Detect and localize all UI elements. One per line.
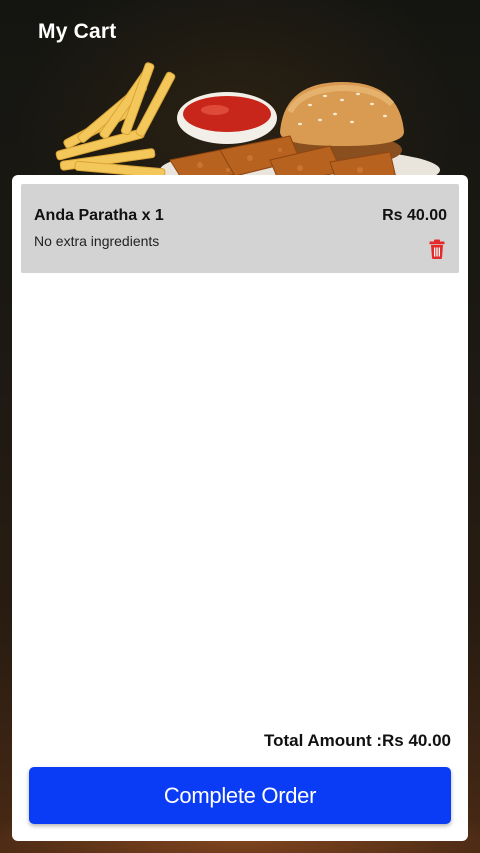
cart-panel: Anda Paratha x 1 No extra ingredients Rs… (12, 175, 468, 841)
cart-item-price: Rs 40.00 (382, 207, 447, 224)
cart-item[interactable]: Anda Paratha x 1 No extra ingredients Rs… (21, 184, 459, 273)
cart-item-note: No extra ingredients (34, 233, 160, 249)
page-title: My Cart (38, 20, 117, 43)
cart-item-name: Anda Paratha x 1 (34, 207, 164, 224)
trash-icon[interactable] (429, 239, 445, 259)
total-amount: Total Amount :Rs 40.00 (263, 731, 451, 750)
complete-order-button[interactable]: Complete Order (29, 767, 451, 824)
